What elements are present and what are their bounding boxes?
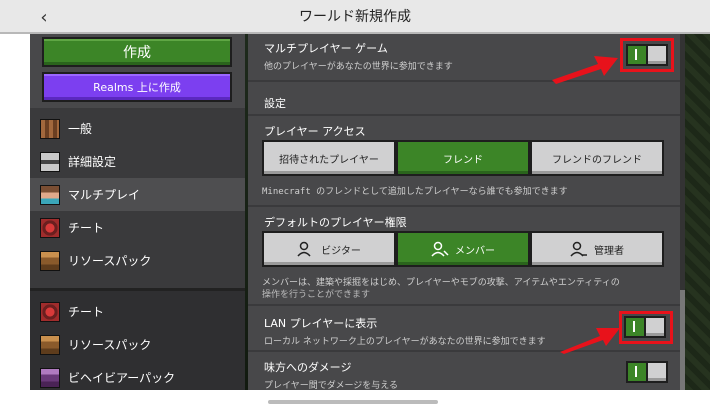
command-block-icon [40,118,60,139]
player-access-selector: 招待されたプレイヤー フレンド フレンドのフレンド [262,140,664,176]
permission-option-label: 管理者 [594,245,624,257]
sidebar-item-label: 詳細設定 [68,155,117,169]
friendly-fire-row: 味方へのダメージ プレイヤー間でダメージを与える [248,359,680,390]
visitor-icon [297,241,311,257]
settings-heading-row: 設定 [248,95,680,111]
permission-option-member[interactable]: メンバー [396,231,530,267]
sidebar: 作成 Realms 上に作成 一般 詳細設定 マルチプレイ チート リソースパッ… [30,34,245,390]
sidebar-item-general[interactable]: 一般 [30,112,245,145]
sidebar-item-label: チート [68,221,105,235]
chest-icon [40,334,60,355]
sidebar-item-advanced[interactable]: 詳細設定 [30,145,245,178]
scrollbar-thumb[interactable] [680,290,685,390]
default-permission-heading-row: デフォルトのプレイヤー権限 [248,214,680,230]
highlight-box-lan-toggle [619,311,673,344]
advanced-settings-icon [40,151,60,172]
access-option-friends-of-friends[interactable]: フレンドのフレンド [530,140,664,176]
sidebar-item-label: ビヘイビアーパック [68,371,176,385]
toggle-on-indicator [635,366,637,377]
behavior-pack-icon [40,367,60,388]
create-button[interactable]: 作成 [42,37,232,67]
sidebar-item-label: リソースパック [68,254,152,268]
cheat-icon [40,217,60,238]
friendly-fire-desc: プレイヤー間でダメージを与える [264,381,399,390]
settings-heading: 設定 [264,97,286,110]
operator-icon [570,241,587,257]
sidebar-item-label: マルチプレイ [68,188,141,202]
sidebar-item-resource-packs[interactable]: リソースパック [30,244,245,277]
sidebar-item-label: チート [68,305,105,319]
sidebar-item-resource-packs-overlay[interactable]: リソースパック [30,328,245,361]
page-title: ワールド新規作成 [299,9,411,25]
member-icon [431,241,449,257]
arrow-icon [552,56,618,84]
access-option-friends[interactable]: フレンド [396,140,530,176]
player-head-icon [40,184,60,205]
player-access-title: プレイヤー アクセス [264,125,366,138]
default-permission-title: デフォルトのプレイヤー権限 [264,216,407,229]
sidebar-item-cheats[interactable]: チート [30,211,245,244]
create-on-realms-button[interactable]: Realms 上に作成 [42,72,232,102]
permission-option-operator[interactable]: 管理者 [530,231,664,267]
default-permission-hint-line2: 操作を行うことができます [262,290,371,300]
sidebar-item-label: 一般 [68,122,93,136]
sidebar-actions: 作成 Realms 上に作成 [30,34,245,108]
left-margin [0,34,30,409]
sidebar-overlay-list: チート リソースパック ビヘイビアーパック [30,291,245,390]
chest-icon [40,250,60,271]
divider [248,304,680,306]
game-background-edge [685,34,710,390]
friendly-fire-title: 味方へのダメージ [264,361,352,374]
sidebar-item-label: リソースパック [68,338,152,352]
access-option-invited[interactable]: 招待されたプレイヤー [262,140,396,176]
cheat-icon [40,301,60,322]
permission-option-label: ビジター [321,245,361,257]
player-access-heading-row: プレイヤー アクセス [248,123,680,139]
permission-option-label: メンバー [455,245,495,257]
sidebar-item-cheats-overlay[interactable]: チート [30,295,245,328]
title-bar: ‹ ワールド新規作成 [0,0,710,34]
default-permission-selector: ビジター メンバー 管理者 [262,231,664,267]
arrow-icon [560,328,620,354]
toggle-knob [646,363,666,381]
friendly-fire-toggle[interactable] [626,361,668,383]
player-access-hint: Minecraft のフレンドとして追加したプレイヤーなら誰でも参加できます [262,187,568,197]
permission-option-visitor[interactable]: ビジター [262,231,396,267]
sidebar-item-multiplayer[interactable]: マルチプレイ [30,178,245,211]
highlight-box-multiplayer-toggle [620,38,674,72]
divider [248,114,680,116]
divider [248,205,680,207]
home-indicator[interactable] [268,400,438,404]
